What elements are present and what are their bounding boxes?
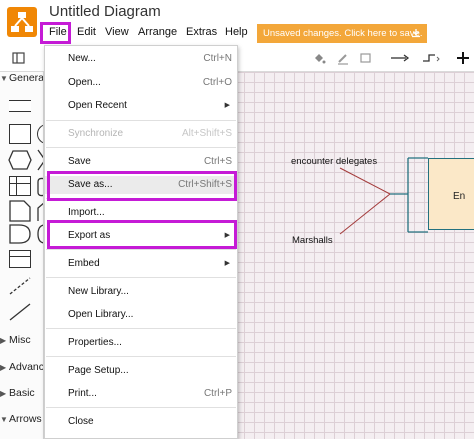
shape-rectangle[interactable] [9, 100, 31, 112]
menu-separator [46, 249, 236, 250]
shortcut-new: Ctrl+N [203, 53, 232, 64]
menu-item-properties[interactable]: Properties... [45, 334, 237, 352]
drawio-logo [7, 7, 37, 37]
shape-library-panel: ▼General ▶Misc ▶Advanced ▶Basic [0, 72, 44, 439]
menu-item-open-library-label: Open Library... [68, 309, 134, 320]
unsaved-changes-label: Unsaved changes. Click here to save. [263, 28, 423, 39]
shape-cylinder[interactable] [36, 176, 44, 198]
menu-item-new-library[interactable]: New Library... [45, 283, 237, 301]
shape-ellipse[interactable] [37, 124, 43, 144]
menu-item-close[interactable]: Close [45, 413, 237, 431]
menu-item-embed-label: Embed [68, 258, 100, 269]
chevron-down-icon: ▼ [0, 74, 8, 83]
menu-view[interactable]: View [105, 26, 129, 38]
menu-separator [46, 147, 236, 148]
menu-separator [46, 356, 236, 357]
shape-delay[interactable] [9, 224, 31, 244]
menu-separator [46, 120, 236, 121]
app-header: Untitled Diagram File Edit View Arrange … [0, 0, 474, 44]
shortcut-synchronize: Alt+Shift+S [181, 128, 232, 139]
menu-separator [46, 407, 236, 408]
entity-label: En [453, 191, 466, 202]
shape-document[interactable] [9, 200, 31, 222]
label-encounter-delegates[interactable]: encounter delegates [291, 156, 377, 167]
menu-extras[interactable]: Extras [186, 26, 217, 38]
line-color-icon[interactable] [336, 51, 350, 65]
menu-item-close-label: Close [68, 416, 94, 427]
section-arrows-label: Arrows [9, 413, 42, 425]
shape-table[interactable] [9, 176, 31, 196]
section-basic[interactable]: ▶ Basic [0, 387, 35, 399]
menu-item-import-label: Import... [68, 207, 105, 218]
chevron-down-icon: ▼ [0, 415, 8, 424]
waypoints-icon[interactable] [422, 51, 440, 65]
section-general[interactable]: ▼General [0, 72, 44, 84]
shape-circle-partial[interactable] [36, 224, 44, 244]
menu-item-open[interactable]: Open... Ctrl+O [45, 74, 237, 92]
view-toggle-icon[interactable] [12, 51, 26, 65]
menu-item-synchronize-label: Synchronize [68, 128, 124, 139]
menu-separator [46, 277, 236, 278]
file-menu-highlight-box [40, 22, 71, 44]
menu-item-properties-label: Properties... [68, 337, 122, 348]
menu-item-save[interactable]: Save Ctrl+S [45, 153, 237, 171]
shortcut-open: Ctrl+O [202, 77, 232, 88]
section-advanced-label: Advanced [9, 361, 44, 373]
menu-item-page-setup[interactable]: Page Setup... [45, 362, 237, 380]
menu-item-open-label: Open... [68, 77, 101, 88]
shape-card[interactable] [36, 200, 44, 222]
section-general-label: General [9, 72, 44, 84]
menu-item-print-label: Print... [68, 388, 97, 399]
menu-item-new-label: New... [68, 53, 96, 64]
insert-icon[interactable] [456, 51, 470, 65]
chevron-right-icon: ▶ [0, 389, 7, 398]
entity-shape[interactable]: En [428, 158, 474, 230]
menu-separator [46, 328, 236, 329]
menu-item-new-library-label: New Library... [68, 286, 129, 297]
export-as-highlight-box [47, 220, 237, 249]
bracket-connector[interactable] [390, 157, 428, 233]
menu-item-print[interactable]: Print... Ctrl+P [45, 385, 237, 403]
section-advanced[interactable]: ▶Advanced [0, 361, 44, 373]
shape-parallelogram[interactable] [36, 148, 44, 172]
menu-help[interactable]: Help [225, 26, 248, 38]
menu-item-save-label: Save [68, 156, 91, 167]
menu-item-open-library[interactable]: Open Library... [45, 306, 237, 324]
shape-dashed-line[interactable] [8, 276, 34, 296]
section-misc-label: Misc [9, 334, 31, 346]
submenu-arrow-icon: ▶ [224, 260, 230, 267]
connector-encounter-delegates[interactable] [339, 167, 391, 195]
section-basic-label: Basic [9, 387, 35, 399]
shortcut-print: Ctrl+P [203, 388, 232, 399]
shape-square[interactable] [9, 124, 31, 144]
menu-item-page-setup-label: Page Setup... [68, 365, 129, 376]
menu-item-open-recent[interactable]: Open Recent ▶ [45, 97, 237, 115]
menu-item-synchronize: Synchronize Alt+Shift+S [45, 125, 237, 143]
chevron-right-icon: ▶ [0, 336, 7, 345]
menu-edit[interactable]: Edit [77, 26, 96, 38]
unsaved-changes-button[interactable]: Unsaved changes. Click here to save. [257, 24, 427, 43]
menu-item-open-recent-label: Open Recent [68, 100, 127, 111]
shape-hexagon[interactable] [8, 150, 32, 170]
download-icon [412, 29, 420, 38]
connection-icon[interactable] [390, 51, 412, 65]
section-arrows[interactable]: ▼Arrows [0, 413, 42, 425]
save-as-highlight-box [47, 171, 237, 201]
menu-arrange[interactable]: Arrange [138, 26, 177, 38]
fill-color-icon[interactable] [312, 51, 326, 65]
shadow-icon[interactable] [359, 51, 373, 65]
menu-item-embed[interactable]: Embed ▶ [45, 255, 237, 273]
section-misc[interactable]: ▶ Misc [0, 334, 31, 346]
shape-line[interactable] [8, 302, 34, 322]
submenu-arrow-icon: ▶ [224, 102, 230, 109]
connector-marshalls[interactable] [339, 193, 391, 235]
chevron-right-icon: ▶ [0, 363, 7, 372]
shortcut-save: Ctrl+S [203, 156, 232, 167]
shape-list[interactable] [9, 250, 31, 268]
document-title[interactable]: Untitled Diagram [49, 3, 161, 20]
menu-item-new[interactable]: New... Ctrl+N [45, 50, 237, 68]
label-marshalls[interactable]: Marshalls [292, 235, 333, 246]
